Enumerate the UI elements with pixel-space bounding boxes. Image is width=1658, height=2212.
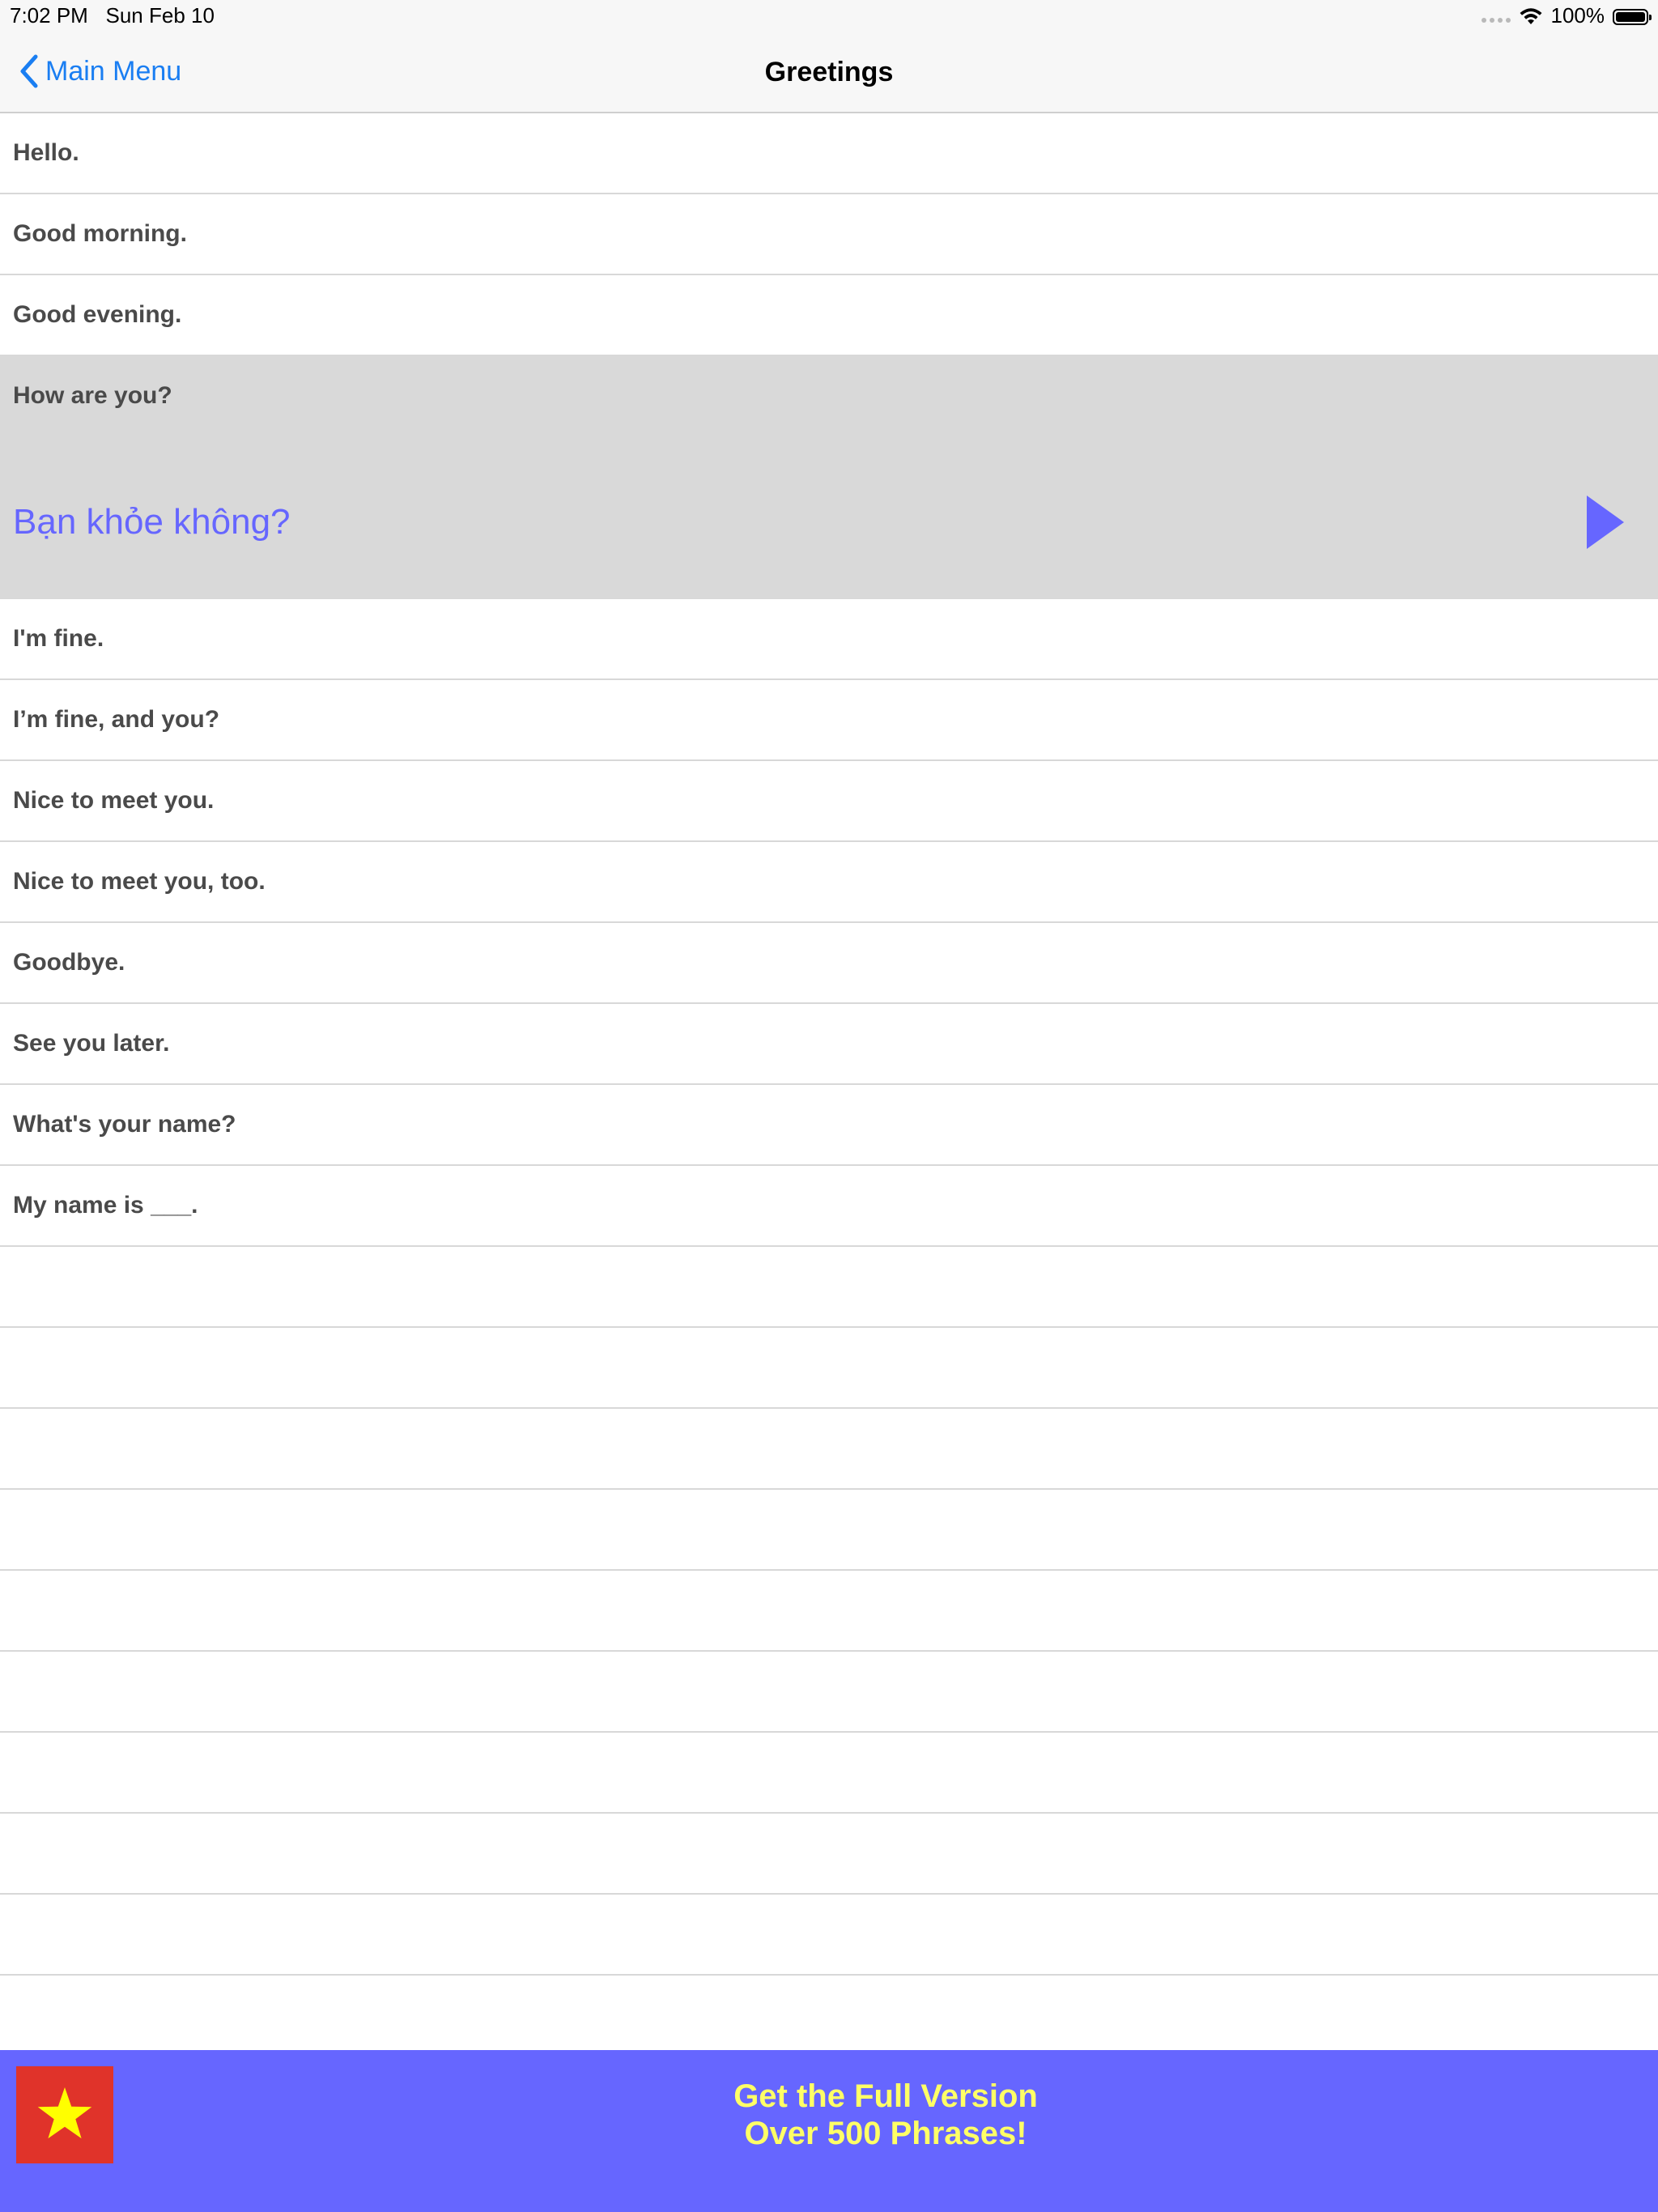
phrase-row[interactable]: What's your name? xyxy=(0,1085,1658,1166)
signal-dots-icon xyxy=(1481,17,1511,23)
promo-line-2: Over 500 Phrases! xyxy=(744,2116,1027,2151)
empty-row xyxy=(0,1652,1658,1733)
empty-row xyxy=(0,1247,1658,1328)
phrase-row[interactable]: Goodbye. xyxy=(0,923,1658,1004)
phrase-text: I’m fine, and you? xyxy=(13,706,220,733)
phrase-text: Good evening. xyxy=(13,301,182,328)
empty-row xyxy=(0,1571,1658,1652)
page-title: Greetings xyxy=(764,57,894,87)
empty-row xyxy=(0,1733,1658,1814)
navigation-bar: Main Menu Greetings xyxy=(0,32,1658,113)
phrase-row[interactable]: Nice to meet you, too. xyxy=(0,842,1658,923)
phrase-text: My name is ___. xyxy=(13,1192,198,1219)
empty-row xyxy=(0,1895,1658,1976)
phrase-list: Hello. Good morning. Good evening. How a… xyxy=(0,113,1658,2057)
promo-text: Get the Full Version Over 500 Phrases! xyxy=(0,2078,1658,2152)
phrase-row[interactable]: Good evening. xyxy=(0,275,1658,356)
empty-row xyxy=(0,1490,1658,1571)
phrase-text: What's your name? xyxy=(13,1111,236,1138)
phrase-row[interactable]: My name is ___. xyxy=(0,1166,1658,1247)
translation-text: Bạn khỏe không? xyxy=(13,502,291,542)
empty-row xyxy=(0,1328,1658,1409)
battery-icon xyxy=(1613,8,1652,25)
battery-percent: 100% xyxy=(1550,3,1605,28)
phrase-text: Goodbye. xyxy=(13,949,125,976)
phrase-row[interactable]: Good morning. xyxy=(0,194,1658,275)
phrase-text: I'm fine. xyxy=(13,625,104,652)
phrase-text: Nice to meet you, too. xyxy=(13,868,266,895)
phrase-row[interactable]: I'm fine. xyxy=(0,599,1658,680)
phrase-row[interactable]: See you later. xyxy=(0,1004,1658,1085)
empty-row xyxy=(0,1976,1658,2057)
status-time-date: 7:02 PM Sun Feb 10 xyxy=(10,3,215,28)
phrase-text: Hello. xyxy=(13,139,79,166)
empty-row xyxy=(0,1409,1658,1490)
phrase-text: Good morning. xyxy=(13,220,187,247)
promo-line-1: Get the Full Version xyxy=(733,2078,1038,2114)
status-indicators: 100% xyxy=(1481,3,1652,28)
full-version-banner[interactable]: Get the Full Version Over 500 Phrases! xyxy=(0,2050,1658,2212)
phrase-row[interactable]: Hello. xyxy=(0,113,1658,194)
play-icon[interactable] xyxy=(1585,494,1626,551)
status-bar: 7:02 PM Sun Feb 10 100% xyxy=(0,0,1658,32)
phrase-text: How are you? xyxy=(13,382,172,409)
empty-row xyxy=(0,1814,1658,1895)
phrase-text: See you later. xyxy=(13,1030,170,1057)
wifi-icon xyxy=(1520,7,1541,24)
phrase-row[interactable]: Nice to meet you. xyxy=(0,761,1658,842)
phrase-row[interactable]: I’m fine, and you? xyxy=(0,680,1658,761)
phrase-text: Nice to meet you. xyxy=(13,787,215,814)
phrase-row-expanded[interactable]: How are you? Bạn khỏe không? xyxy=(0,356,1658,599)
